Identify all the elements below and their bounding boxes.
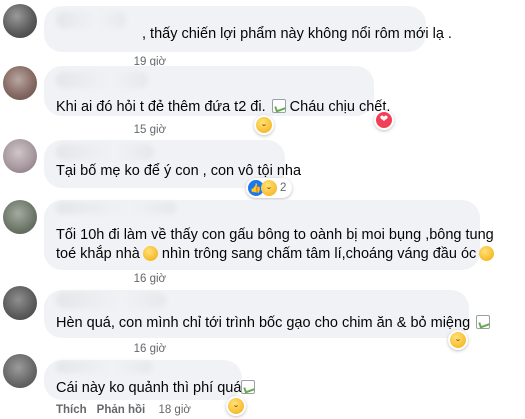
comment-text: Khi ai đó hỏi t đẻ thêm đứa t2 đi. Cháu …: [56, 98, 390, 117]
like-button[interactable]: [56, 343, 59, 355]
reply-button[interactable]: [117, 124, 120, 136]
avatar[interactable]: [3, 200, 37, 234]
comment-text-line: Tối 10h đi làm về thấy con gấu bông to o…: [56, 227, 494, 243]
haha-icon: ᵕ: [450, 332, 466, 348]
avatar[interactable]: [3, 286, 37, 320]
love-icon: ❤: [376, 112, 392, 128]
broken-image-icon: [271, 99, 286, 113]
sad-emoji-icon: [142, 246, 158, 261]
comment-bubble: Khi ai đó hỏi t đẻ thêm đứa t2 đi. Cháu …: [44, 66, 390, 117]
comment-meta: 16 giờ: [56, 343, 166, 355]
reaction-summary[interactable]: ᵕ: [254, 115, 274, 135]
comment-text-part: Khi ai đó hỏi t đẻ thêm đứa t2 đi.: [56, 99, 266, 115]
author-name-blurred[interactable]: [56, 12, 126, 28]
comment-time[interactable]: 15 giờ: [134, 124, 166, 136]
comment-meta: Thích Phản hồi 18 giờ: [56, 404, 191, 416]
comment-time[interactable]: 18 giờ: [158, 404, 190, 416]
comment-text: Hèn quá, con mình chỉ tới trình bốc gạo …: [56, 314, 491, 333]
reaction-summary[interactable]: ᵕ: [226, 396, 246, 416]
comment-text: , thấy chiến lợi phẩm này không nổi rôm …: [142, 26, 452, 42]
broken-image-icon: [241, 380, 256, 394]
haha-icon: ᵕ: [261, 180, 277, 196]
comment-text-part: Cái này ko quảnh thì phí quá: [56, 380, 242, 396]
author-name-blurred[interactable]: [56, 72, 148, 88]
reaction-summary[interactable]: ❤: [374, 110, 394, 130]
comment-bubble: Tối 10h đi làm về thấy con gấu bông to o…: [44, 200, 495, 270]
avatar[interactable]: [3, 66, 37, 100]
comment-time[interactable]: 16 giờ: [134, 343, 166, 355]
comment-text-part: toé khắp nhà: [56, 246, 140, 262]
avatar[interactable]: [3, 139, 37, 173]
reply-button[interactable]: [117, 273, 120, 285]
haha-icon: ᵕ: [228, 398, 244, 414]
avatar[interactable]: [3, 354, 37, 388]
comment-meta: 16 giờ: [56, 273, 166, 285]
avatar[interactable]: [3, 4, 37, 38]
comment-text: Tại bố mẹ ko để ý con , con vô tội nha: [56, 163, 302, 179]
comment-text-part: Cháu chịu chết.: [289, 99, 391, 115]
comment-text: Cái này ko quảnh thì phí quá: [56, 379, 256, 398]
author-name-blurred[interactable]: [56, 202, 176, 214]
like-button[interactable]: [56, 273, 59, 285]
reply-button[interactable]: [117, 343, 120, 355]
like-button[interactable]: [56, 124, 59, 136]
comment-text-part: Hèn quá, con mình chỉ tới trình bốc gạo …: [56, 315, 471, 331]
author-name-blurred[interactable]: [56, 361, 152, 373]
like-button[interactable]: Thích: [56, 404, 87, 416]
comment-bubble: , thấy chiến lợi phẩm này không nổi rôm …: [44, 6, 452, 52]
reaction-summary[interactable]: 👍 ᵕ 2: [246, 178, 293, 198]
comment-text-part: nhìn trông sang chấm tâm lí,choáng váng …: [161, 246, 477, 262]
comment-text-line: toé khắp nhà nhìn trông sang chấm tâm lí…: [56, 245, 495, 264]
sad-emoji-icon: [479, 246, 495, 261]
reply-button[interactable]: Phản hồi: [97, 404, 146, 416]
author-name-blurred[interactable]: [56, 292, 166, 308]
reaction-summary[interactable]: ᵕ: [448, 330, 468, 350]
reaction-count: 2: [280, 182, 287, 194]
comment-bubble: Cái này ko quảnh thì phí quá: [44, 360, 256, 400]
author-name-blurred[interactable]: [56, 144, 154, 160]
haha-icon: ᵕ: [256, 117, 272, 133]
comment-time[interactable]: 16 giờ: [134, 273, 166, 285]
comment-bubble: Hèn quá, con mình chỉ tới trình bốc gạo …: [44, 290, 491, 338]
broken-image-icon: [476, 315, 491, 329]
comment-meta: 15 giờ: [56, 124, 166, 136]
